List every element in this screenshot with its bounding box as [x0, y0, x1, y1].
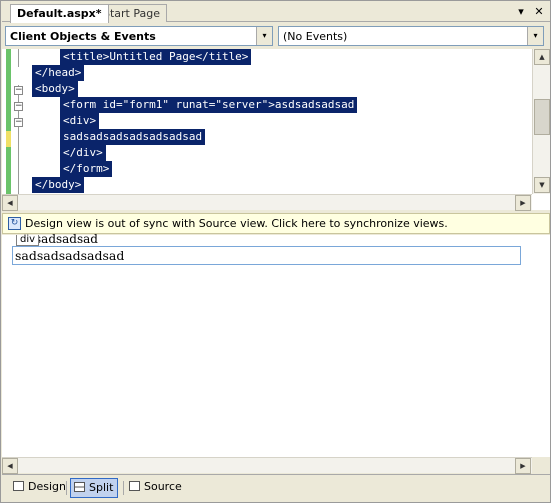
sync-notification-bar[interactable]: ↻ Design view is out of sync with Source…: [2, 213, 550, 234]
editor-gutter: − − −: [2, 49, 30, 194]
outline-line: [18, 49, 19, 67]
scroll-left-icon[interactable]: ◀: [2, 195, 18, 211]
split-icon: [74, 482, 85, 492]
scroll-left-icon[interactable]: ◀: [2, 458, 18, 474]
chevron-down-icon[interactable]: ▾: [527, 27, 543, 45]
collapse-icon[interactable]: −: [14, 118, 23, 127]
collapse-icon[interactable]: −: [14, 102, 23, 111]
source-view-button[interactable]: Source: [126, 478, 186, 498]
navigation-bar: Client Objects & Events ▾ (No Events) ▾: [2, 23, 550, 49]
code-line: sadsadsadsadsadsadsad: [60, 129, 206, 145]
div-content-text: sadsadsadsadsad: [15, 248, 125, 263]
form-content-text: sadsadsad: [35, 234, 98, 244]
code-line: <body>: [32, 81, 78, 97]
source-view-label: Source: [144, 480, 182, 493]
separator: [66, 481, 67, 495]
code-line: <form id="form1" runat="server">asdsadsa…: [60, 97, 358, 113]
saved-change-marker: [6, 49, 11, 131]
design-view[interactable]: sadsadsad div sadsadsadsadsad: [2, 234, 550, 457]
scroll-right-icon[interactable]: ▶: [515, 458, 531, 474]
client-objects-dropdown[interactable]: Client Objects & Events ▾: [5, 26, 273, 46]
refresh-icon: ↻: [8, 217, 21, 230]
editor-window: Default.aspx* Start Page ▾ ✕ Client Obje…: [0, 0, 551, 503]
tab-list-dropdown-icon[interactable]: ▾: [514, 5, 528, 19]
split-view-button[interactable]: Split: [70, 478, 119, 498]
div-element[interactable]: sadsadsadsadsad: [12, 246, 521, 265]
code-line: <title>Untitled Page</title>: [60, 49, 252, 65]
unsaved-change-marker: [6, 131, 11, 147]
code-line: </head>: [32, 65, 85, 81]
design-icon: [13, 481, 24, 491]
design-view-button[interactable]: Design: [10, 478, 70, 498]
source-icon: [129, 481, 140, 491]
view-switcher-bar: Design Split Source: [2, 474, 550, 502]
close-icon[interactable]: ✕: [532, 5, 546, 19]
scroll-up-icon[interactable]: ▲: [534, 49, 550, 65]
split-view-label: Split: [89, 481, 114, 494]
code-area[interactable]: <title>Untitled Page</title> </head> <bo…: [32, 49, 528, 194]
code-line: </div>: [60, 145, 106, 161]
design-view-label: Design: [28, 480, 66, 493]
collapse-icon[interactable]: −: [14, 86, 23, 95]
scroll-right-icon[interactable]: ▶: [515, 195, 531, 211]
chevron-down-icon[interactable]: ▾: [256, 27, 272, 45]
code-line: </body>: [32, 177, 85, 193]
scroll-down-icon[interactable]: ▼: [534, 177, 550, 193]
source-vertical-scrollbar[interactable]: ▲ ▼: [532, 49, 550, 194]
events-value: (No Events): [283, 30, 348, 43]
scroll-thumb[interactable]: [534, 99, 550, 135]
code-line: </form>: [60, 161, 113, 177]
separator: [123, 481, 124, 495]
source-horizontal-scrollbar[interactable]: ◀ ▶: [2, 194, 532, 211]
design-horizontal-scrollbar[interactable]: ◀ ▶: [2, 457, 532, 474]
document-tab-strip: Default.aspx* Start Page ▾ ✕: [2, 2, 550, 23]
events-dropdown[interactable]: (No Events) ▾: [278, 26, 544, 46]
saved-change-marker: [6, 147, 11, 194]
source-editor[interactable]: − − − <title>Untitled Page</title> </hea…: [2, 49, 550, 211]
tab-default-aspx[interactable]: Default.aspx*: [10, 4, 109, 23]
client-objects-value: Client Objects & Events: [10, 30, 156, 43]
sync-message: Design view is out of sync with Source v…: [25, 217, 448, 230]
code-line: <div>: [60, 113, 100, 129]
div-tag-label[interactable]: div: [16, 235, 40, 246]
